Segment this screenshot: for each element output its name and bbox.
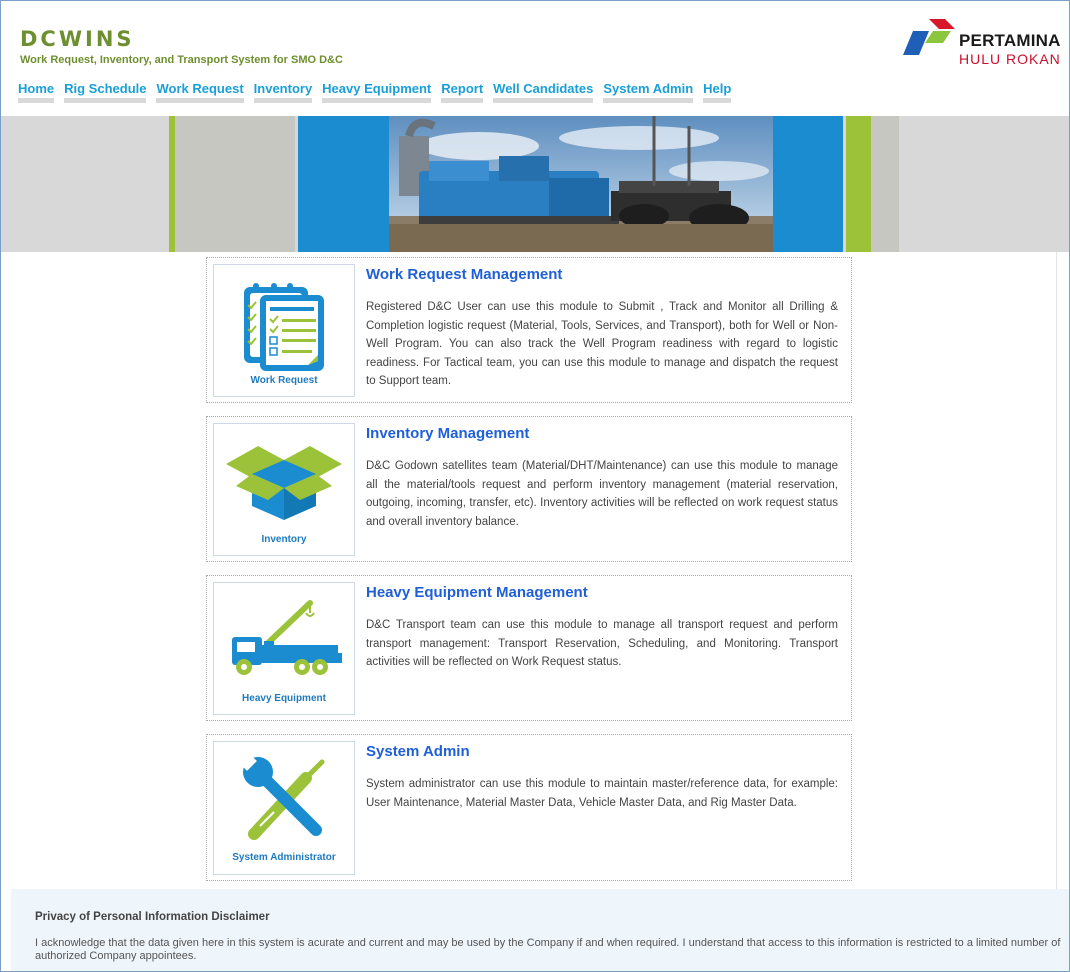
- system-admin-tile[interactable]: System Administrator: [213, 741, 355, 875]
- module-card-heavy-equipment: Heavy Equipment Heavy Equipment Manageme…: [206, 575, 852, 721]
- nav-report[interactable]: Report: [441, 81, 484, 103]
- pertamina-arrow-icon: [903, 19, 955, 55]
- work-request-title[interactable]: Work Request Management: [366, 266, 562, 283]
- inventory-description: D&C Godown satellites team (Material/DHT…: [366, 460, 838, 528]
- clipboard-checklist-icon: [244, 283, 324, 371]
- disclaimer-text: I acknowledge that the data given here i…: [35, 937, 1061, 962]
- system-admin-title[interactable]: System Admin: [366, 743, 470, 760]
- app-brand[interactable]: DCWINS Work Request, Inventory, and Tran…: [20, 27, 343, 66]
- module-card-work-request: Work Request Work Request Management Reg…: [206, 257, 852, 403]
- work-request-description: Registered D&C User can use this module …: [366, 301, 838, 387]
- logo-subtitle: HULU ROKAN: [959, 51, 1061, 67]
- crane-truck-icon: [232, 600, 342, 675]
- logo-title: PERTAMINA: [959, 31, 1061, 50]
- main-nav: Home Rig Schedule Work Request Inventory…: [18, 81, 741, 103]
- inventory-tile-label: Inventory: [261, 534, 307, 545]
- nav-well-candidates[interactable]: Well Candidates: [493, 81, 594, 103]
- inventory-title[interactable]: Inventory Management: [366, 425, 529, 442]
- work-request-tile-label: Work Request: [250, 375, 318, 386]
- heavy-equipment-tile-label: Heavy Equipment: [242, 693, 326, 704]
- system-admin-tile-label: System Administrator: [232, 852, 336, 863]
- wrench-screwdriver-icon: [237, 751, 325, 840]
- disclaimer-title: Privacy of Personal Information Disclaim…: [35, 911, 270, 923]
- module-card-inventory: Inventory Inventory Management D&C Godow…: [206, 416, 852, 562]
- system-admin-description: System administrator can use this module…: [366, 778, 838, 809]
- open-box-icon: [226, 446, 342, 520]
- module-card-system-admin: System Administrator System Admin System…: [206, 734, 852, 881]
- page-frame: DCWINS Work Request, Inventory, and Tran…: [0, 0, 1070, 972]
- app-subtitle: Work Request, Inventory, and Transport S…: [20, 54, 343, 66]
- nav-heavy-equipment[interactable]: Heavy Equipment: [322, 81, 432, 103]
- nav-inventory[interactable]: Inventory: [253, 81, 313, 103]
- nav-help[interactable]: Help: [703, 81, 732, 103]
- inventory-tile[interactable]: Inventory: [213, 423, 355, 556]
- pertamina-logo: PERTAMINA HULU ROKAN: [901, 19, 1061, 69]
- heavy-equipment-title[interactable]: Heavy Equipment Management: [366, 584, 588, 601]
- rig-equipment-photo: [389, 116, 773, 252]
- nav-home[interactable]: Home: [18, 81, 55, 103]
- hero-banner: [1, 116, 1069, 252]
- nav-system-admin[interactable]: System Admin: [603, 81, 694, 103]
- work-request-tile[interactable]: Work Request: [213, 264, 355, 397]
- nav-rig-schedule[interactable]: Rig Schedule: [64, 81, 147, 103]
- content-border: [1056, 252, 1057, 889]
- privacy-disclaimer: Privacy of Personal Information Disclaim…: [11, 889, 1069, 971]
- heavy-equipment-tile[interactable]: Heavy Equipment: [213, 582, 355, 715]
- app-name: DCWINS: [20, 27, 135, 51]
- heavy-equipment-description: D&C Transport team can use this module t…: [366, 619, 838, 668]
- nav-work-request[interactable]: Work Request: [156, 81, 244, 103]
